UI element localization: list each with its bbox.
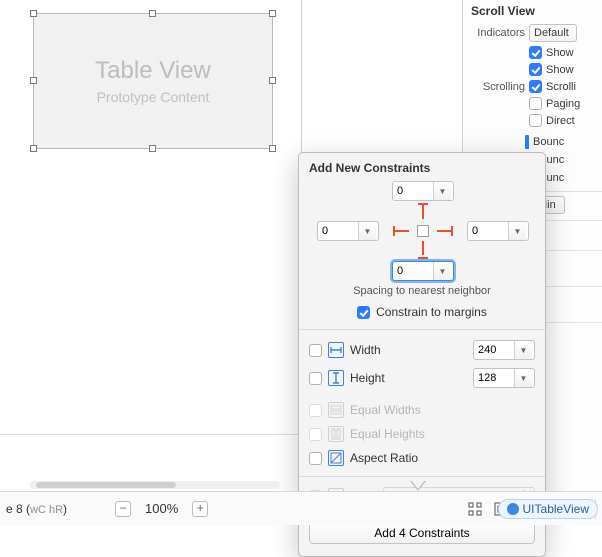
left-spacing-field[interactable]: ▼ xyxy=(317,221,379,241)
strut-cap xyxy=(393,226,395,236)
bottom-spacing-field[interactable]: ▼ xyxy=(392,261,454,281)
resize-handle[interactable] xyxy=(269,10,276,17)
inspector-section-title: Scroll View xyxy=(471,4,602,18)
selection-chip[interactable]: UITableView xyxy=(498,499,598,519)
right-spacing-field[interactable]: ▼ xyxy=(467,221,529,241)
width-field[interactable]: ▼ xyxy=(473,340,535,360)
strut-right[interactable] xyxy=(437,230,451,232)
strut-top[interactable] xyxy=(422,205,424,219)
width-input[interactable] xyxy=(474,344,514,356)
size-class-indicator[interactable]: e 8 (wC hR) xyxy=(6,502,67,516)
tableview-subtitle: Prototype Content xyxy=(97,89,210,105)
strut-cap xyxy=(418,203,428,205)
resize-handle[interactable] xyxy=(30,77,37,84)
popover-title: Add New Constraints xyxy=(309,161,535,175)
resize-handle[interactable] xyxy=(149,10,156,17)
tableview-title: Table View xyxy=(95,57,211,85)
zoom-level[interactable]: 100% xyxy=(145,501,178,516)
equal-heights-checkbox xyxy=(309,428,322,441)
spacing-grid: ▼ ▼ ▼ ▼ Spacing to nearest neighbor xyxy=(309,181,535,301)
center-square xyxy=(417,225,429,237)
show-h-label: Show xyxy=(546,47,574,59)
grid-icon[interactable] xyxy=(465,500,485,518)
scrolling-label: Scrolling xyxy=(471,81,525,93)
object-icon xyxy=(507,503,519,515)
height-label: Height xyxy=(350,371,467,385)
strut-cap xyxy=(451,226,453,236)
dropdown-arrow-icon[interactable]: ▼ xyxy=(358,222,376,240)
aspect-ratio-label: Aspect Ratio xyxy=(350,451,418,465)
divider xyxy=(0,434,300,435)
bottom-spacing-input[interactable] xyxy=(393,265,433,277)
equal-widths-icon xyxy=(328,402,344,418)
dropdown-arrow-icon[interactable]: ▼ xyxy=(514,369,532,387)
canvas[interactable]: Table View Prototype Content xyxy=(0,0,300,434)
resize-handle[interactable] xyxy=(149,145,156,152)
resize-handle[interactable] xyxy=(30,145,37,152)
paging-checkbox[interactable] xyxy=(529,97,542,110)
resize-handle[interactable] xyxy=(269,145,276,152)
resize-handle[interactable] xyxy=(269,77,276,84)
top-spacing-field[interactable]: ▼ xyxy=(392,181,454,201)
dropdown-arrow-icon[interactable]: ▼ xyxy=(433,182,451,200)
show-v-checkbox[interactable] xyxy=(529,63,542,76)
dropdown-arrow-icon[interactable]: ▼ xyxy=(514,341,532,359)
equal-widths-checkbox xyxy=(309,404,322,417)
strut-cap xyxy=(418,257,428,259)
equal-heights-icon xyxy=(328,426,344,442)
dropdown-arrow-icon[interactable]: ▼ xyxy=(508,222,526,240)
tableview-object[interactable]: Table View Prototype Content xyxy=(33,13,273,149)
direction-lock-checkbox[interactable] xyxy=(529,114,542,127)
width-icon xyxy=(328,342,344,358)
height-field[interactable]: ▼ xyxy=(473,368,535,388)
scrolling-enabled-label: Scrolli xyxy=(546,81,576,93)
popover-pointer xyxy=(410,481,426,491)
constrain-margins-label: Constrain to margins xyxy=(376,305,487,319)
zoom-in-button[interactable]: + xyxy=(192,501,208,517)
show-h-checkbox[interactable] xyxy=(529,46,542,59)
aspect-ratio-checkbox[interactable] xyxy=(309,452,322,465)
strut-bottom[interactable] xyxy=(422,241,424,255)
height-checkbox[interactable] xyxy=(309,372,322,385)
height-icon xyxy=(328,370,344,386)
horizontal-scrollbar[interactable] xyxy=(30,481,280,489)
direction-lock-label: Direct xyxy=(546,115,575,127)
equal-heights-label: Equal Heights xyxy=(350,427,425,441)
paging-label: Paging xyxy=(546,98,580,110)
right-spacing-input[interactable] xyxy=(468,225,508,237)
left-spacing-input[interactable] xyxy=(318,225,358,237)
add-constraints-button[interactable]: Add 4 Constraints xyxy=(309,522,535,544)
aspect-ratio-icon xyxy=(328,450,344,466)
width-label: Width xyxy=(350,343,467,357)
indicators-label: Indicators xyxy=(471,27,525,39)
bounce-label: Bounc xyxy=(533,136,564,148)
width-checkbox[interactable] xyxy=(309,344,322,357)
spacing-caption: Spacing to nearest neighbor xyxy=(309,285,535,297)
show-v-label: Show xyxy=(546,64,574,76)
equal-widths-label: Equal Widths xyxy=(350,403,421,417)
dropdown-arrow-icon[interactable]: ▼ xyxy=(433,262,451,280)
height-input[interactable] xyxy=(474,372,514,384)
top-spacing-input[interactable] xyxy=(393,185,433,197)
chip-label: UITableView xyxy=(523,502,589,516)
scrollbar-thumb[interactable] xyxy=(36,482,176,488)
blue-indicator xyxy=(525,135,529,149)
constrain-margins-checkbox[interactable] xyxy=(357,306,370,319)
zoom-out-button[interactable]: − xyxy=(115,501,131,517)
strut-left[interactable] xyxy=(395,230,409,232)
indicators-dropdown[interactable]: Default xyxy=(529,24,577,42)
resize-handle[interactable] xyxy=(30,10,37,17)
scrolling-enabled-checkbox[interactable] xyxy=(529,80,542,93)
